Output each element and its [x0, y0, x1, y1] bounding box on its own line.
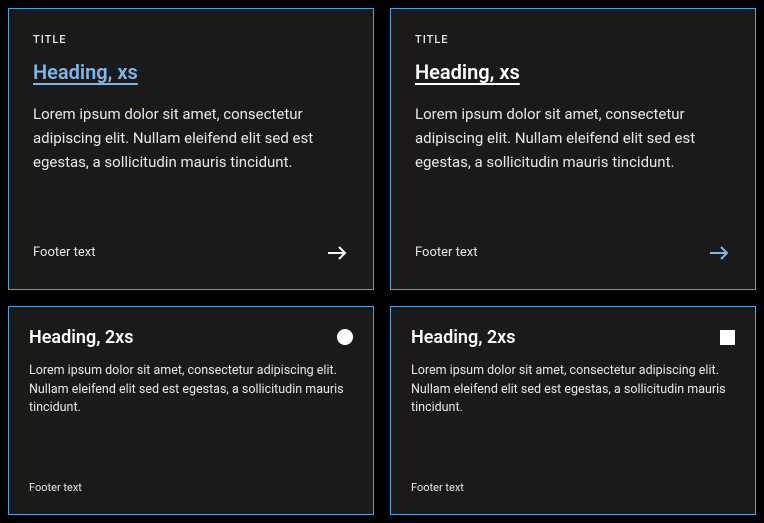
card[interactable]: TITLE Heading, xs Lorem ipsum dolor sit … — [390, 8, 756, 290]
arrow-right-icon[interactable] — [325, 241, 349, 265]
card-body-text: Lorem ipsum dolor sit amet, consectetur … — [29, 362, 353, 465]
card-heading: Heading, 2xs — [29, 327, 134, 348]
card-title-label: TITLE — [415, 33, 731, 46]
card-footer: Footer text — [415, 241, 731, 265]
square-icon — [720, 330, 735, 345]
card-body-text: Lorem ipsum dolor sit amet, consectetur … — [415, 102, 731, 221]
card[interactable]: Heading, 2xs Lorem ipsum dolor sit amet,… — [8, 306, 374, 515]
card-footer: Footer text — [29, 481, 353, 494]
card-header: Heading, 2xs — [411, 327, 735, 348]
card-grid: TITLE Heading, xs Lorem ipsum dolor sit … — [8, 8, 756, 515]
card-footer-text: Footer text — [33, 245, 96, 260]
card-heading-link[interactable]: Heading, xs — [33, 60, 349, 84]
card-heading-link[interactable]: Heading, xs — [415, 60, 731, 84]
card-footer-text: Footer text — [411, 481, 464, 494]
card-title-label: TITLE — [33, 33, 349, 46]
card[interactable]: TITLE Heading, xs Lorem ipsum dolor sit … — [8, 8, 374, 290]
card-header: Heading, 2xs — [29, 327, 353, 348]
card-body-text: Lorem ipsum dolor sit amet, consectetur … — [411, 362, 735, 465]
card-footer-text: Footer text — [29, 481, 82, 494]
card-footer: Footer text — [411, 481, 735, 494]
card-footer: Footer text — [33, 241, 349, 265]
card[interactable]: Heading, 2xs Lorem ipsum dolor sit amet,… — [390, 306, 756, 515]
card-body-text: Lorem ipsum dolor sit amet, consectetur … — [33, 102, 349, 221]
circle-icon — [337, 329, 353, 345]
card-heading: Heading, 2xs — [411, 327, 516, 348]
card-footer-text: Footer text — [415, 245, 478, 260]
arrow-right-icon[interactable] — [707, 241, 731, 265]
